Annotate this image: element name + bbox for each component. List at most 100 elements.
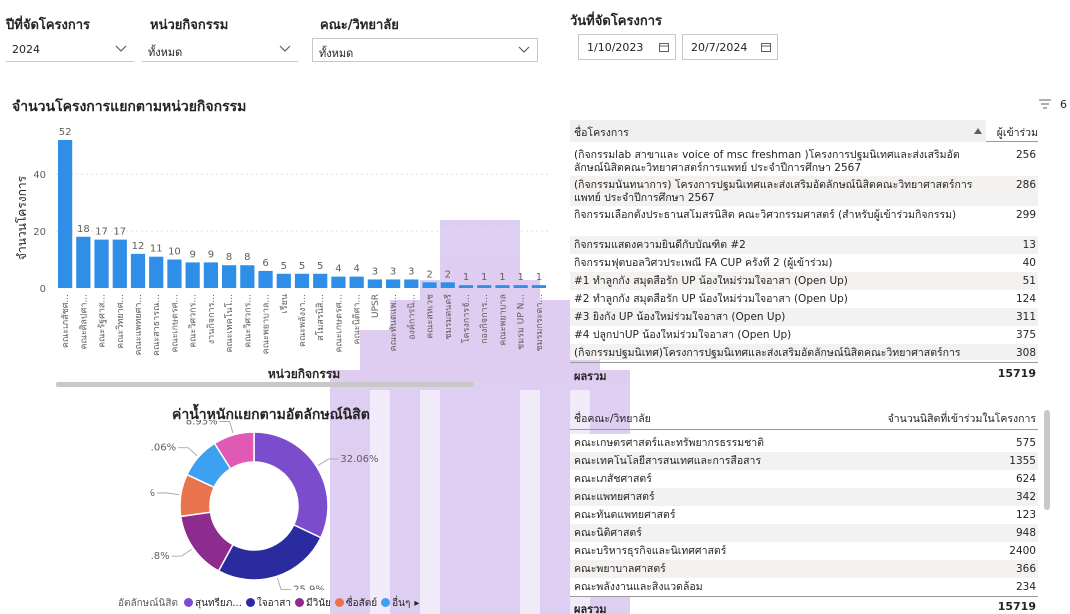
start-date-input[interactable]: 1/10/2023 (578, 34, 676, 60)
x-tick-label: คณะทันตแพ... (389, 294, 399, 351)
cell-name: คณะพลังงานและสิ่งแวดล้อม (574, 581, 703, 593)
bar[interactable] (495, 285, 510, 288)
table-row[interactable]: (กิจกรรมนันทนาการ) โครงการปฐมนิเทศและส่ง… (570, 176, 1038, 206)
table-row[interactable]: กิจกรรมฟุตบอลวิศวประเพณี FA CUP ครั้งที่… (570, 254, 1038, 272)
data-label: 18 (77, 224, 90, 235)
data-label: 2 (445, 269, 451, 280)
header-project-name[interactable]: ชื่อโครงการ (570, 120, 986, 142)
bar[interactable] (386, 279, 401, 288)
cell-name: คณะนิติศาสตร์ (574, 527, 642, 539)
bar[interactable] (185, 262, 200, 288)
end-date-value: 20/7/2024 (691, 41, 748, 54)
table-row[interactable]: คณะพลังงานและสิ่งแวดล้อม 234 (570, 578, 1038, 596)
data-label: 4 (353, 264, 359, 275)
table-row[interactable]: (กิจกรรมปฐมนิเทศ)โครงการปฐมนิเทศและส่งเส… (570, 344, 1038, 360)
bar[interactable] (94, 239, 109, 288)
faculty-table-body: คณะเกษตรศาสตร์และทรัพยากรธรรมชาติ 575 คณะเ… (570, 434, 1038, 596)
y-tick-label: 40 (33, 170, 46, 181)
bar[interactable] (294, 273, 310, 288)
cell-value: 2400 (1009, 545, 1036, 557)
bar[interactable] (240, 265, 255, 288)
data-label: 5 (317, 261, 323, 272)
bar[interactable] (422, 282, 437, 288)
faculty-table-scrollbar[interactable] (1044, 410, 1050, 510)
y-axis-label: จำนวนโครงการ (15, 175, 29, 260)
data-label: 9 (208, 249, 214, 260)
table-row[interactable]: คณะนิติศาสตร์ 948 (570, 524, 1038, 542)
header-student-count[interactable]: จำนวนนิสิตที่เข้าร่วมในโครงการ (888, 410, 1036, 427)
legend-item[interactable]: สุนทรียภ... (184, 598, 242, 609)
bar[interactable] (222, 265, 237, 288)
bar[interactable] (149, 256, 164, 288)
legend-item[interactable]: อื่นๆ (381, 598, 410, 609)
cell-name: คณะเกษตรศาสตร์และทรัพยากรธรรมชาติ (574, 437, 764, 449)
year-dropdown[interactable]: 2024 (6, 38, 134, 62)
bar[interactable] (130, 253, 146, 288)
bar[interactable] (477, 285, 492, 288)
header-participants[interactable]: ผู้เข้าร่วม (988, 124, 1038, 141)
legend-label: ใจอาสา (256, 598, 291, 609)
faculty-slicer-title: คณะ/วิทยาลัย (320, 18, 399, 33)
legend-item[interactable]: ซื่อสัตย์ (334, 598, 378, 609)
cell-value: 311 (1015, 311, 1036, 323)
table-row[interactable]: คณะบริหารธุรกิจและนิเทศศาสตร์ 2400 (570, 542, 1038, 560)
data-label: 2 (426, 269, 432, 280)
table-row[interactable]: กิจกรรมเลือกตั้งประธานสโมสรนิสิต คณะวิศว… (570, 206, 1038, 236)
donut-slice[interactable] (217, 523, 322, 581)
table-row[interactable]: #2 ทำลูกกัง สมุดสื่อรัก UP น้องใหม่ร่วมใ… (570, 290, 1038, 308)
bar[interactable] (331, 276, 346, 288)
projects-table-body: (กิจกรรมlab สาขาและ voice of msc freshma… (570, 146, 1038, 360)
legend-label: ซื่อสัตย์ (345, 598, 378, 609)
cell-value: 13 (1022, 239, 1036, 251)
end-date-input[interactable]: 20/7/2024 (682, 34, 778, 60)
bar[interactable] (58, 140, 73, 288)
unit-slicer: หน่วยกิจกรรม (150, 14, 228, 35)
bar[interactable] (276, 273, 291, 288)
leader-line (219, 421, 234, 434)
bar[interactable] (404, 279, 419, 288)
unit-dropdown[interactable]: ทั้งหมด (142, 38, 298, 62)
faculty-dropdown[interactable]: ทั้งหมด (312, 38, 538, 62)
cell-value: 286 (1015, 179, 1036, 191)
table-row[interactable]: #3 ยิงกัง UP น้องใหม่ร่วมใจอาสา (Open Up… (570, 308, 1038, 326)
table-row[interactable]: คณะเกษตรศาสตร์และทรัพยากรธรรมชาติ 575 (570, 434, 1038, 452)
table-row[interactable]: #1 ทำลูกกัง สมุดสื่อรัก UP น้องใหม่ร่วมใ… (570, 272, 1038, 290)
calendar-icon[interactable] (761, 42, 771, 52)
table-row[interactable]: คณะทันตแพทยศาสตร์ 123 (570, 506, 1038, 524)
table-row[interactable]: คณะเภสัชศาสตร์ 624 (570, 470, 1038, 488)
table-row[interactable]: (กิจกรรมlab สาขาและ voice of msc freshma… (570, 146, 1038, 176)
cell-value: 123 (1015, 509, 1036, 521)
data-label: 1 (536, 272, 542, 283)
bar[interactable] (513, 285, 528, 288)
bar[interactable] (258, 270, 273, 288)
bar[interactable] (112, 239, 127, 288)
bar[interactable] (440, 282, 455, 288)
bar[interactable] (203, 262, 218, 288)
calendar-icon[interactable] (659, 42, 669, 52)
bar[interactable] (367, 279, 382, 288)
table-row[interactable]: คณะแพทยศาสตร์ 342 (570, 488, 1038, 506)
table-row[interactable]: คณะพยาบาลศาสตร์ 366 (570, 560, 1038, 578)
donut-slice[interactable] (253, 431, 329, 539)
table-row[interactable]: คณะเทคโนโลยีสารสนเทศและการสื่อสาร 1355 (570, 452, 1038, 470)
legend-item[interactable]: ใจอาสา (245, 598, 291, 609)
cell-name: (กิจกรรมนันทนาการ) โครงการปฐมนิเทศและส่ง… (574, 179, 973, 204)
bar[interactable] (76, 236, 91, 288)
header-faculty-name[interactable]: ชื่อคณะ/วิทยาลัย (574, 410, 651, 427)
legend-item[interactable]: มีวินัย (294, 598, 331, 609)
filter-icon[interactable] (1038, 98, 1052, 110)
chevron-down-icon (518, 46, 530, 53)
projects-total-value: 15719 (997, 367, 1036, 380)
bar[interactable] (313, 273, 328, 288)
table-row[interactable]: กิจกรรมแสดงความยินดีกับบัณฑิต #2 13 (570, 236, 1038, 254)
bar-chart-hscrollbar[interactable] (56, 382, 474, 387)
year-slicer: ปีที่จัดโครงการ (6, 14, 90, 35)
x-tick-label: คณะแพทยศา... (134, 294, 144, 356)
legend-next-icon[interactable]: ▸ (414, 598, 419, 609)
bar[interactable] (167, 259, 182, 288)
bar[interactable] (458, 285, 474, 288)
cell-value: 342 (1015, 491, 1036, 503)
bar[interactable] (349, 276, 364, 288)
table-row[interactable]: #4 ปลูกปาUP น้องใหม่ร่วมใจอาสา (Open Up)… (570, 326, 1038, 344)
bar[interactable] (531, 285, 546, 288)
